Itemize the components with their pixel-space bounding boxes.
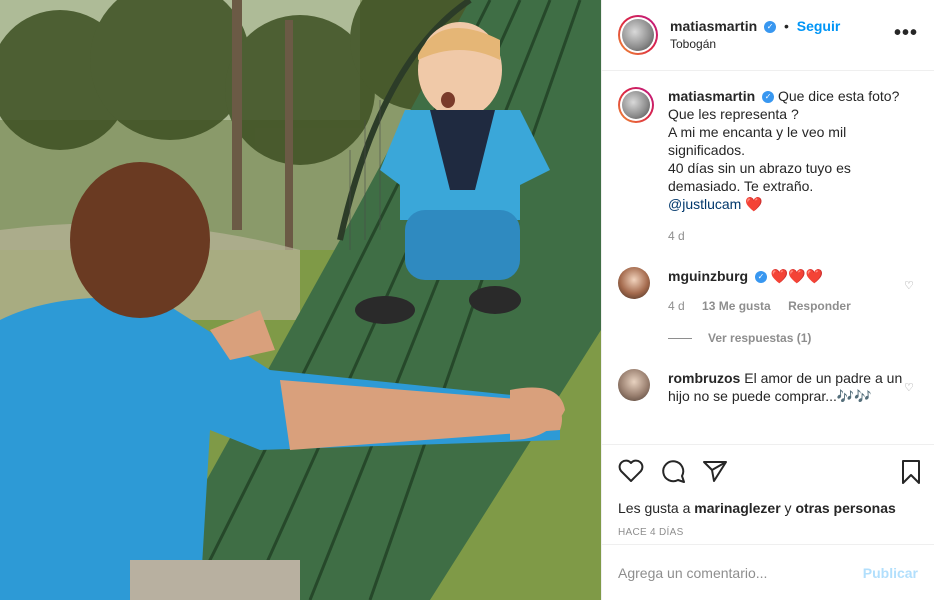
commenter-username[interactable]: mguinzburg	[668, 268, 748, 284]
more-options-icon[interactable]: •••	[894, 22, 918, 45]
comment-input[interactable]: Agrega un comentario...	[618, 565, 767, 581]
caption-line: demasiado. Te extraño.	[668, 178, 814, 194]
view-replies-label: Ver respuestas (1)	[708, 331, 812, 345]
comment-item: mguinzburg ✓ ❤️❤️❤️ 4 d 13 Me gusta Resp…	[618, 267, 918, 315]
publish-button[interactable]: Publicar	[863, 565, 918, 581]
like-heart-icon[interactable]	[618, 459, 644, 486]
heart-emoji: ❤️	[745, 196, 763, 212]
comment-bubble-icon[interactable]	[660, 458, 686, 487]
verified-icon: ✓	[755, 271, 767, 284]
commenter-avatar[interactable]	[618, 267, 650, 299]
follow-button[interactable]: Seguir	[797, 18, 841, 34]
post-timestamp[interactable]: HACE 4 DÍAS	[618, 527, 918, 538]
reply-button[interactable]: Responder	[788, 299, 851, 313]
replies-divider	[668, 337, 692, 339]
caption-line: 40 días sin un abrazo tuyo es	[668, 160, 851, 176]
commenter-username[interactable]: rombruzos	[668, 370, 740, 386]
post-photo[interactable]	[0, 0, 601, 600]
likes-summary: Les gusta a marinaglezer y otras persona…	[618, 499, 918, 517]
view-replies-button[interactable]: Ver respuestas (1)	[668, 331, 918, 345]
like-comment-heart-icon[interactable]: ♡	[904, 279, 916, 292]
comment-time[interactable]: 4 d	[668, 299, 685, 313]
post-actions: Les gusta a marinaglezer y otras persona…	[602, 444, 934, 558]
likes-prefix: Les gusta a	[618, 500, 691, 516]
comment-item: rombruzos El amor de un padre a un hijo …	[618, 369, 918, 405]
likes-joiner: y	[784, 500, 792, 516]
caption-line: Que dice esta foto?	[777, 88, 900, 104]
caption-time[interactable]: 4 d	[668, 229, 685, 243]
author-username[interactable]: matiasmartin	[670, 18, 757, 34]
verified-icon: ✓	[762, 91, 775, 104]
comments-list[interactable]: matiasmartin ✓ Que dice esta foto? Que l…	[602, 71, 934, 444]
author-avatar[interactable]	[618, 15, 658, 55]
comment-likes[interactable]: 13 Me gusta	[702, 299, 771, 313]
photo-illustration	[0, 0, 601, 600]
caption-line: A mi me encanta y le veo mil	[668, 124, 847, 140]
post-side-panel: matiasmartin ✓ • Seguir Tobogán ••• mati…	[601, 0, 934, 600]
mention-link[interactable]: @justlucam	[668, 196, 741, 212]
location-link[interactable]: Tobogán	[670, 35, 840, 53]
caption-line: significados.	[668, 142, 746, 158]
commenter-avatar[interactable]	[618, 369, 650, 401]
liked-by-username[interactable]: marinaglezer	[694, 500, 780, 516]
separator-dot: •	[783, 18, 789, 34]
like-comment-heart-icon[interactable]: ♡	[904, 381, 916, 394]
caption-username[interactable]: matiasmartin	[668, 88, 755, 104]
save-bookmark-icon[interactable]	[900, 459, 922, 488]
post-header: matiasmartin ✓ • Seguir Tobogán •••	[602, 0, 934, 71]
share-paper-plane-icon[interactable]	[702, 459, 728, 486]
comment-text: ❤️❤️❤️	[770, 268, 824, 284]
others-link[interactable]: otras personas	[795, 500, 895, 516]
add-comment-bar: Agrega un comentario... Publicar	[602, 544, 934, 600]
caption-avatar[interactable]	[618, 87, 654, 123]
caption: matiasmartin ✓ Que dice esta foto? Que l…	[618, 87, 918, 245]
verified-icon: ✓	[764, 21, 777, 34]
caption-line: Que les representa ?	[668, 106, 799, 122]
